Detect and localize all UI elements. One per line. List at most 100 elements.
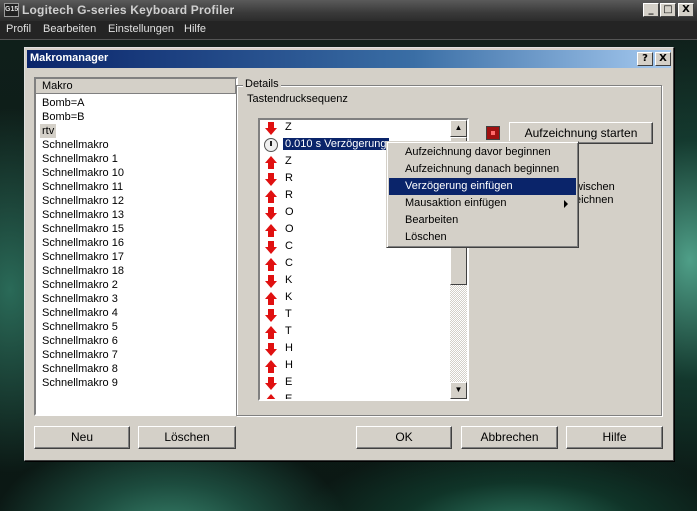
context-menu-item[interactable]: Aufzeichnung davor beginnen bbox=[389, 144, 576, 161]
scroll-up-button[interactable]: ▲ bbox=[450, 120, 467, 137]
maximize-button[interactable]: □ bbox=[660, 3, 676, 17]
dialog-close-button[interactable]: X bbox=[655, 52, 671, 66]
sequence-item-label: Z bbox=[285, 155, 292, 167]
macro-list-item[interactable]: Schnellmakro 16 bbox=[42, 236, 124, 250]
sequence-item-label: T bbox=[285, 308, 292, 320]
sequence-item-label: Z bbox=[285, 121, 292, 133]
key-up-arrow-icon bbox=[265, 292, 277, 306]
macro-manager-dialog: Makromanager ? X Makro Bomb=A Bomb=B rtv Sc… bbox=[24, 47, 674, 461]
macro-list-item[interactable]: Schnellmakro 2 bbox=[42, 278, 118, 292]
key-down-arrow-icon bbox=[265, 377, 277, 391]
context-menu: Aufzeichnung davor beginnen Aufzeichnung … bbox=[386, 141, 579, 248]
key-up-arrow-icon bbox=[265, 326, 277, 340]
key-down-arrow-icon bbox=[265, 122, 277, 136]
sequence-item-label: E bbox=[285, 376, 293, 388]
dialog-title: Makromanager bbox=[30, 52, 109, 64]
sequence-item[interactable]: E bbox=[260, 375, 450, 392]
sequence-item[interactable]: K bbox=[260, 273, 450, 290]
sequence-item-label: O bbox=[285, 206, 294, 218]
context-menu-item-label: Bearbeiten bbox=[405, 214, 459, 226]
delete-button[interactable]: Löschen bbox=[138, 426, 236, 449]
app-title: Logitech G-series Keyboard Profiler bbox=[22, 3, 235, 17]
key-down-arrow-icon bbox=[265, 275, 277, 289]
context-menu-item-label: Löschen bbox=[405, 231, 447, 243]
sequence-item-label: C bbox=[285, 257, 293, 269]
stopwatch-icon bbox=[264, 138, 278, 152]
sequence-item[interactable]: T bbox=[260, 324, 450, 341]
sequence-item-label: K bbox=[285, 274, 293, 286]
minimize-button[interactable]: _ bbox=[643, 3, 659, 17]
details-label: Details bbox=[243, 78, 281, 90]
close-window-button[interactable]: X bbox=[678, 3, 694, 17]
context-menu-item[interactable]: Mausaktion einfügen bbox=[389, 195, 576, 212]
menu-bearbeiten[interactable]: Bearbeiten bbox=[43, 23, 96, 35]
context-menu-item-label: Aufzeichnung danach beginnen bbox=[405, 163, 560, 175]
ok-button[interactable]: OK bbox=[356, 426, 452, 449]
key-down-arrow-icon bbox=[265, 241, 277, 255]
macro-list-item[interactable]: Schnellmakro 8 bbox=[42, 362, 118, 376]
menu-profil[interactable]: Profil bbox=[6, 23, 31, 35]
context-menu-item[interactable]: Verzögerung einfügen bbox=[389, 178, 576, 195]
sequence-item[interactable]: K bbox=[260, 290, 450, 307]
sequence-item-label: H bbox=[285, 342, 293, 354]
macro-list[interactable]: Makro Bomb=A Bomb=B rtv Schnellmakro Schnell… bbox=[34, 77, 238, 416]
macro-list-item[interactable]: Schnellmakro 9 bbox=[42, 376, 118, 390]
context-menu-item-label: Verzögerung einfügen bbox=[405, 180, 513, 192]
macro-list-item[interactable]: Schnellmakro 18 bbox=[42, 264, 124, 278]
key-down-arrow-icon bbox=[265, 207, 277, 221]
sequence-label: Tastendrucksequenz bbox=[247, 93, 348, 105]
sequence-item-label: E bbox=[285, 393, 293, 401]
sequence-item[interactable]: H bbox=[260, 341, 450, 358]
macro-list-item[interactable]: Schnellmakro 4 bbox=[42, 306, 118, 320]
cancel-button[interactable]: Abbrechen bbox=[461, 426, 558, 449]
sequence-item-label: 0.010 s Verzögerung bbox=[283, 138, 389, 150]
sequence-item[interactable]: H bbox=[260, 358, 450, 375]
macro-list-item[interactable]: Schnellmakro 15 bbox=[42, 222, 124, 236]
menubar: Profil Bearbeiten Einstellungen Hilfe bbox=[0, 21, 697, 40]
new-button[interactable]: Neu bbox=[34, 426, 130, 449]
macro-list-item[interactable]: Bomb=A bbox=[42, 96, 85, 110]
sequence-item-label: R bbox=[285, 189, 293, 201]
context-menu-item[interactable]: Löschen bbox=[389, 229, 576, 246]
sequence-item[interactable]: C bbox=[260, 256, 450, 273]
option-text-2: eichnen bbox=[575, 194, 614, 206]
macro-list-item[interactable]: Schnellmakro 11 bbox=[42, 180, 123, 194]
menu-einstellungen[interactable]: Einstellungen bbox=[108, 23, 174, 35]
key-up-arrow-icon bbox=[265, 156, 277, 170]
macro-list-item[interactable]: Schnellmakro 17 bbox=[42, 250, 124, 264]
sequence-item[interactable]: T bbox=[260, 307, 450, 324]
macro-list-item[interactable]: Schnellmakro 1 bbox=[42, 152, 118, 166]
menu-hilfe[interactable]: Hilfe bbox=[184, 23, 206, 35]
sequence-item-label: H bbox=[285, 359, 293, 371]
key-up-arrow-icon bbox=[265, 190, 277, 204]
macro-list-item[interactable]: Schnellmakro 12 bbox=[42, 194, 124, 208]
sequence-item-label: T bbox=[285, 325, 292, 337]
macro-list-item[interactable]: Schnellmakro 3 bbox=[42, 292, 118, 306]
key-down-arrow-icon bbox=[265, 343, 277, 357]
macro-list-item[interactable]: Schnellmakro bbox=[42, 138, 109, 152]
context-menu-item[interactable]: Aufzeichnung danach beginnen bbox=[389, 161, 576, 178]
sequence-item[interactable]: Z bbox=[260, 120, 450, 137]
sequence-item-label: R bbox=[285, 172, 293, 184]
macro-list-item[interactable]: rtv bbox=[40, 124, 57, 138]
sequence-item-label: K bbox=[285, 291, 293, 303]
scroll-down-button[interactable]: ▼ bbox=[450, 382, 467, 399]
record-icon bbox=[486, 126, 500, 140]
context-menu-item-label: Aufzeichnung davor beginnen bbox=[405, 146, 551, 158]
macro-list-item[interactable]: Schnellmakro 5 bbox=[42, 320, 118, 334]
option-text-1: wischen bbox=[575, 181, 615, 193]
macro-list-header[interactable]: Makro bbox=[36, 79, 236, 94]
help-button[interactable]: Hilfe bbox=[566, 426, 663, 449]
macro-list-item[interactable]: Schnellmakro 13 bbox=[42, 208, 124, 222]
key-up-arrow-icon bbox=[265, 258, 277, 272]
sequence-item[interactable]: E bbox=[260, 392, 450, 401]
help-question-button[interactable]: ? bbox=[637, 52, 653, 66]
macro-list-item[interactable]: Schnellmakro 7 bbox=[42, 348, 118, 362]
macro-list-item[interactable]: Schnellmakro 10 bbox=[42, 166, 124, 180]
sequence-item-label: O bbox=[285, 223, 294, 235]
macro-list-item[interactable]: Schnellmakro 6 bbox=[42, 334, 118, 348]
key-down-arrow-icon bbox=[265, 173, 277, 187]
macro-list-item[interactable]: Bomb=B bbox=[42, 110, 85, 124]
context-menu-item[interactable]: Bearbeiten bbox=[389, 212, 576, 229]
main-titlebar: G15 Logitech G-series Keyboard Profiler … bbox=[0, 0, 697, 21]
